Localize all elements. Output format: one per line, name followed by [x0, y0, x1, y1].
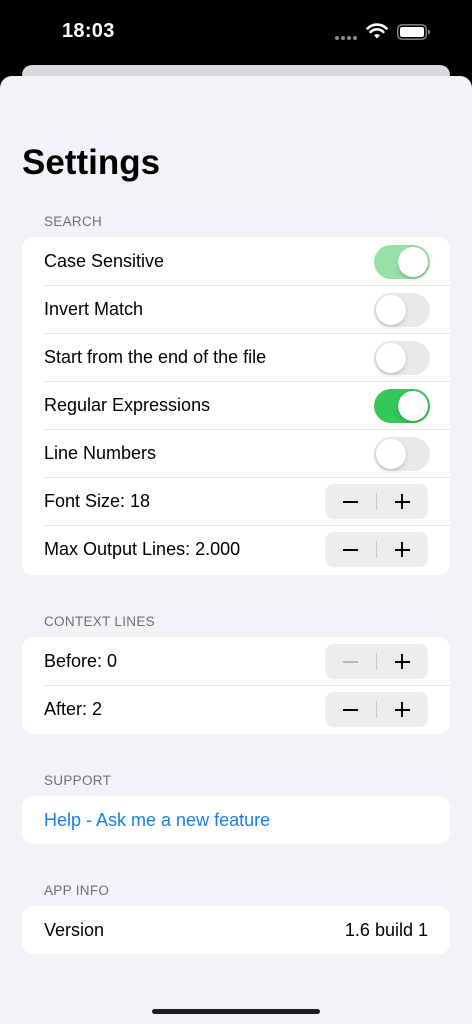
row-label: Max Output Lines: 2.000 — [44, 538, 241, 559]
toggle-knob — [376, 439, 406, 469]
toggle-knob — [376, 295, 406, 325]
invert-match-row: Invert Match — [22, 285, 450, 333]
regular-expressions-row: Regular Expressions — [22, 381, 450, 429]
context-lines-group: Before: 0 After: 2 — [22, 637, 450, 734]
row-label: Start from the end of the file — [44, 346, 267, 367]
before-stepper — [325, 644, 428, 679]
row-label: Font Size: 18 — [44, 490, 151, 511]
max-output-lines-stepper — [325, 532, 428, 567]
before-row: Before: 0 — [22, 637, 450, 685]
toggle-knob — [398, 247, 428, 277]
row-label: Case Sensitive — [44, 250, 165, 271]
plus-icon — [394, 654, 410, 669]
decrement-button[interactable] — [325, 532, 377, 567]
toggle-knob — [398, 391, 428, 421]
section-header-context-lines: CONTEXT LINES — [44, 614, 155, 629]
row-label: Invert Match — [44, 298, 144, 319]
plus-icon — [394, 494, 410, 509]
case-sensitive-row: Case Sensitive — [22, 237, 450, 285]
increment-button[interactable] — [377, 484, 429, 519]
help-link[interactable]: Help - Ask me a new feature — [44, 810, 270, 831]
app-info-group: Version 1.6 build 1 — [22, 906, 450, 954]
wifi-icon — [366, 23, 388, 39]
max-output-lines-row: Max Output Lines: 2.000 — [22, 525, 450, 573]
row-label: After: 2 — [44, 698, 103, 719]
case-sensitive-toggle[interactable] — [374, 245, 430, 279]
section-header-search: SEARCH — [44, 214, 103, 229]
status-time: 18:03 — [62, 20, 115, 42]
search-settings-group: Case Sensitive Invert Match Start from t… — [22, 237, 450, 575]
decrement-button[interactable] — [325, 644, 377, 679]
status-bar: 18:03 — [0, 0, 472, 64]
decrement-button[interactable] — [325, 692, 377, 727]
minus-icon — [343, 548, 359, 551]
version-row: Version 1.6 build 1 — [22, 906, 450, 954]
font-size-row: Font Size: 18 — [22, 477, 450, 525]
row-label: Before: 0 — [44, 650, 118, 671]
invert-match-toggle[interactable] — [374, 293, 430, 327]
home-indicator[interactable] — [152, 1009, 320, 1014]
increment-button[interactable] — [377, 532, 429, 567]
version-label: Version — [44, 919, 105, 940]
plus-icon — [394, 542, 410, 557]
minus-icon — [343, 500, 359, 503]
after-stepper — [325, 692, 428, 727]
help-link-row[interactable]: Help - Ask me a new feature — [22, 796, 450, 844]
cellular-dots-icon — [335, 36, 359, 40]
regular-expressions-toggle[interactable] — [374, 389, 430, 423]
minus-icon — [343, 708, 359, 711]
toggle-knob — [376, 343, 406, 373]
section-header-app-info: APP INFO — [44, 883, 110, 898]
row-label: Regular Expressions — [44, 394, 211, 415]
row-label: Line Numbers — [44, 442, 157, 463]
version-value: 1.6 build 1 — [344, 919, 428, 940]
increment-button[interactable] — [377, 644, 429, 679]
page-title: Settings — [22, 143, 161, 182]
decrement-button[interactable] — [325, 484, 377, 519]
line-numbers-toggle[interactable] — [374, 437, 430, 471]
after-row: After: 2 — [22, 685, 450, 733]
minus-icon — [343, 660, 359, 663]
battery-icon — [397, 24, 430, 40]
support-group: Help - Ask me a new feature — [22, 796, 450, 844]
line-numbers-row: Line Numbers — [22, 429, 450, 477]
plus-icon — [394, 702, 410, 717]
increment-button[interactable] — [377, 692, 429, 727]
font-size-stepper — [325, 484, 428, 519]
section-header-support: SUPPORT — [44, 773, 112, 788]
start-from-end-toggle[interactable] — [374, 341, 430, 375]
start-from-end-row: Start from the end of the file — [22, 333, 450, 381]
